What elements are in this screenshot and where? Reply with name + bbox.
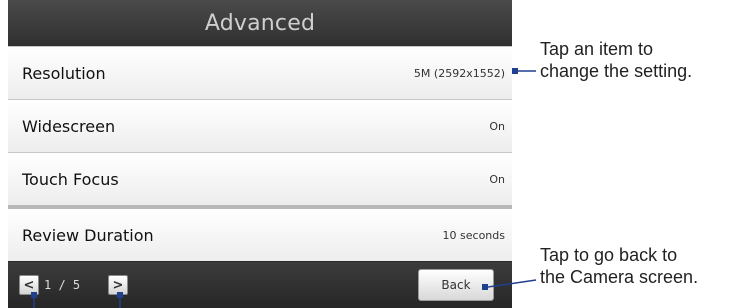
settings-item-label: Widescreen <box>22 116 116 136</box>
callout-tap-back: Tap to go back to the Camera screen. <box>540 244 736 288</box>
settings-item-value: On <box>489 119 505 133</box>
settings-item-value: 10 seconds <box>442 228 505 242</box>
chevron-left-icon: < <box>23 277 35 293</box>
settings-item-resolution[interactable]: Resolution 5M (2592x1552) <box>8 46 512 99</box>
settings-item-label: Touch Focus <box>22 169 119 189</box>
settings-item-widescreen[interactable]: Widescreen On <box>8 99 512 152</box>
callout-tap-item: Tap an item to change the setting. <box>540 38 736 82</box>
settings-item-value: 5M (2592x1552) <box>413 66 505 80</box>
manual-figure: Advanced Resolution 5M (2592x1552) Wides… <box>0 0 738 308</box>
callout-marker-resolution <box>512 68 518 74</box>
phone-screen: Advanced Resolution 5M (2592x1552) Wides… <box>8 0 512 308</box>
settings-item-touch-focus[interactable]: Touch Focus On <box>8 152 512 205</box>
back-button[interactable]: Back <box>418 269 494 301</box>
settings-item-label: Review Duration <box>22 225 154 245</box>
screen-title: Advanced <box>204 10 316 36</box>
settings-list: Resolution 5M (2592x1552) Widescreen On … <box>8 46 512 261</box>
settings-item-review-duration[interactable]: Review Duration 10 seconds <box>8 205 512 261</box>
title-bar: Advanced <box>8 0 512 46</box>
callout-text-line: the Camera screen. <box>540 267 699 287</box>
chevron-right-icon: > <box>112 277 124 293</box>
callout-text-line: Tap an item to <box>540 39 654 59</box>
settings-item-label: Resolution <box>22 63 106 83</box>
settings-item-value: On <box>489 172 505 186</box>
callout-text-line: change the setting. <box>540 61 693 81</box>
callout-text-line: Tap to go back to <box>540 245 678 265</box>
previous-page-button[interactable]: < <box>19 275 39 295</box>
back-button-label: Back <box>441 278 471 292</box>
page-indicator: 1 / 5 <box>44 278 81 292</box>
bottom-bar: < 1 / 5 > Back <box>8 262 512 308</box>
next-page-button[interactable]: > <box>108 275 128 295</box>
